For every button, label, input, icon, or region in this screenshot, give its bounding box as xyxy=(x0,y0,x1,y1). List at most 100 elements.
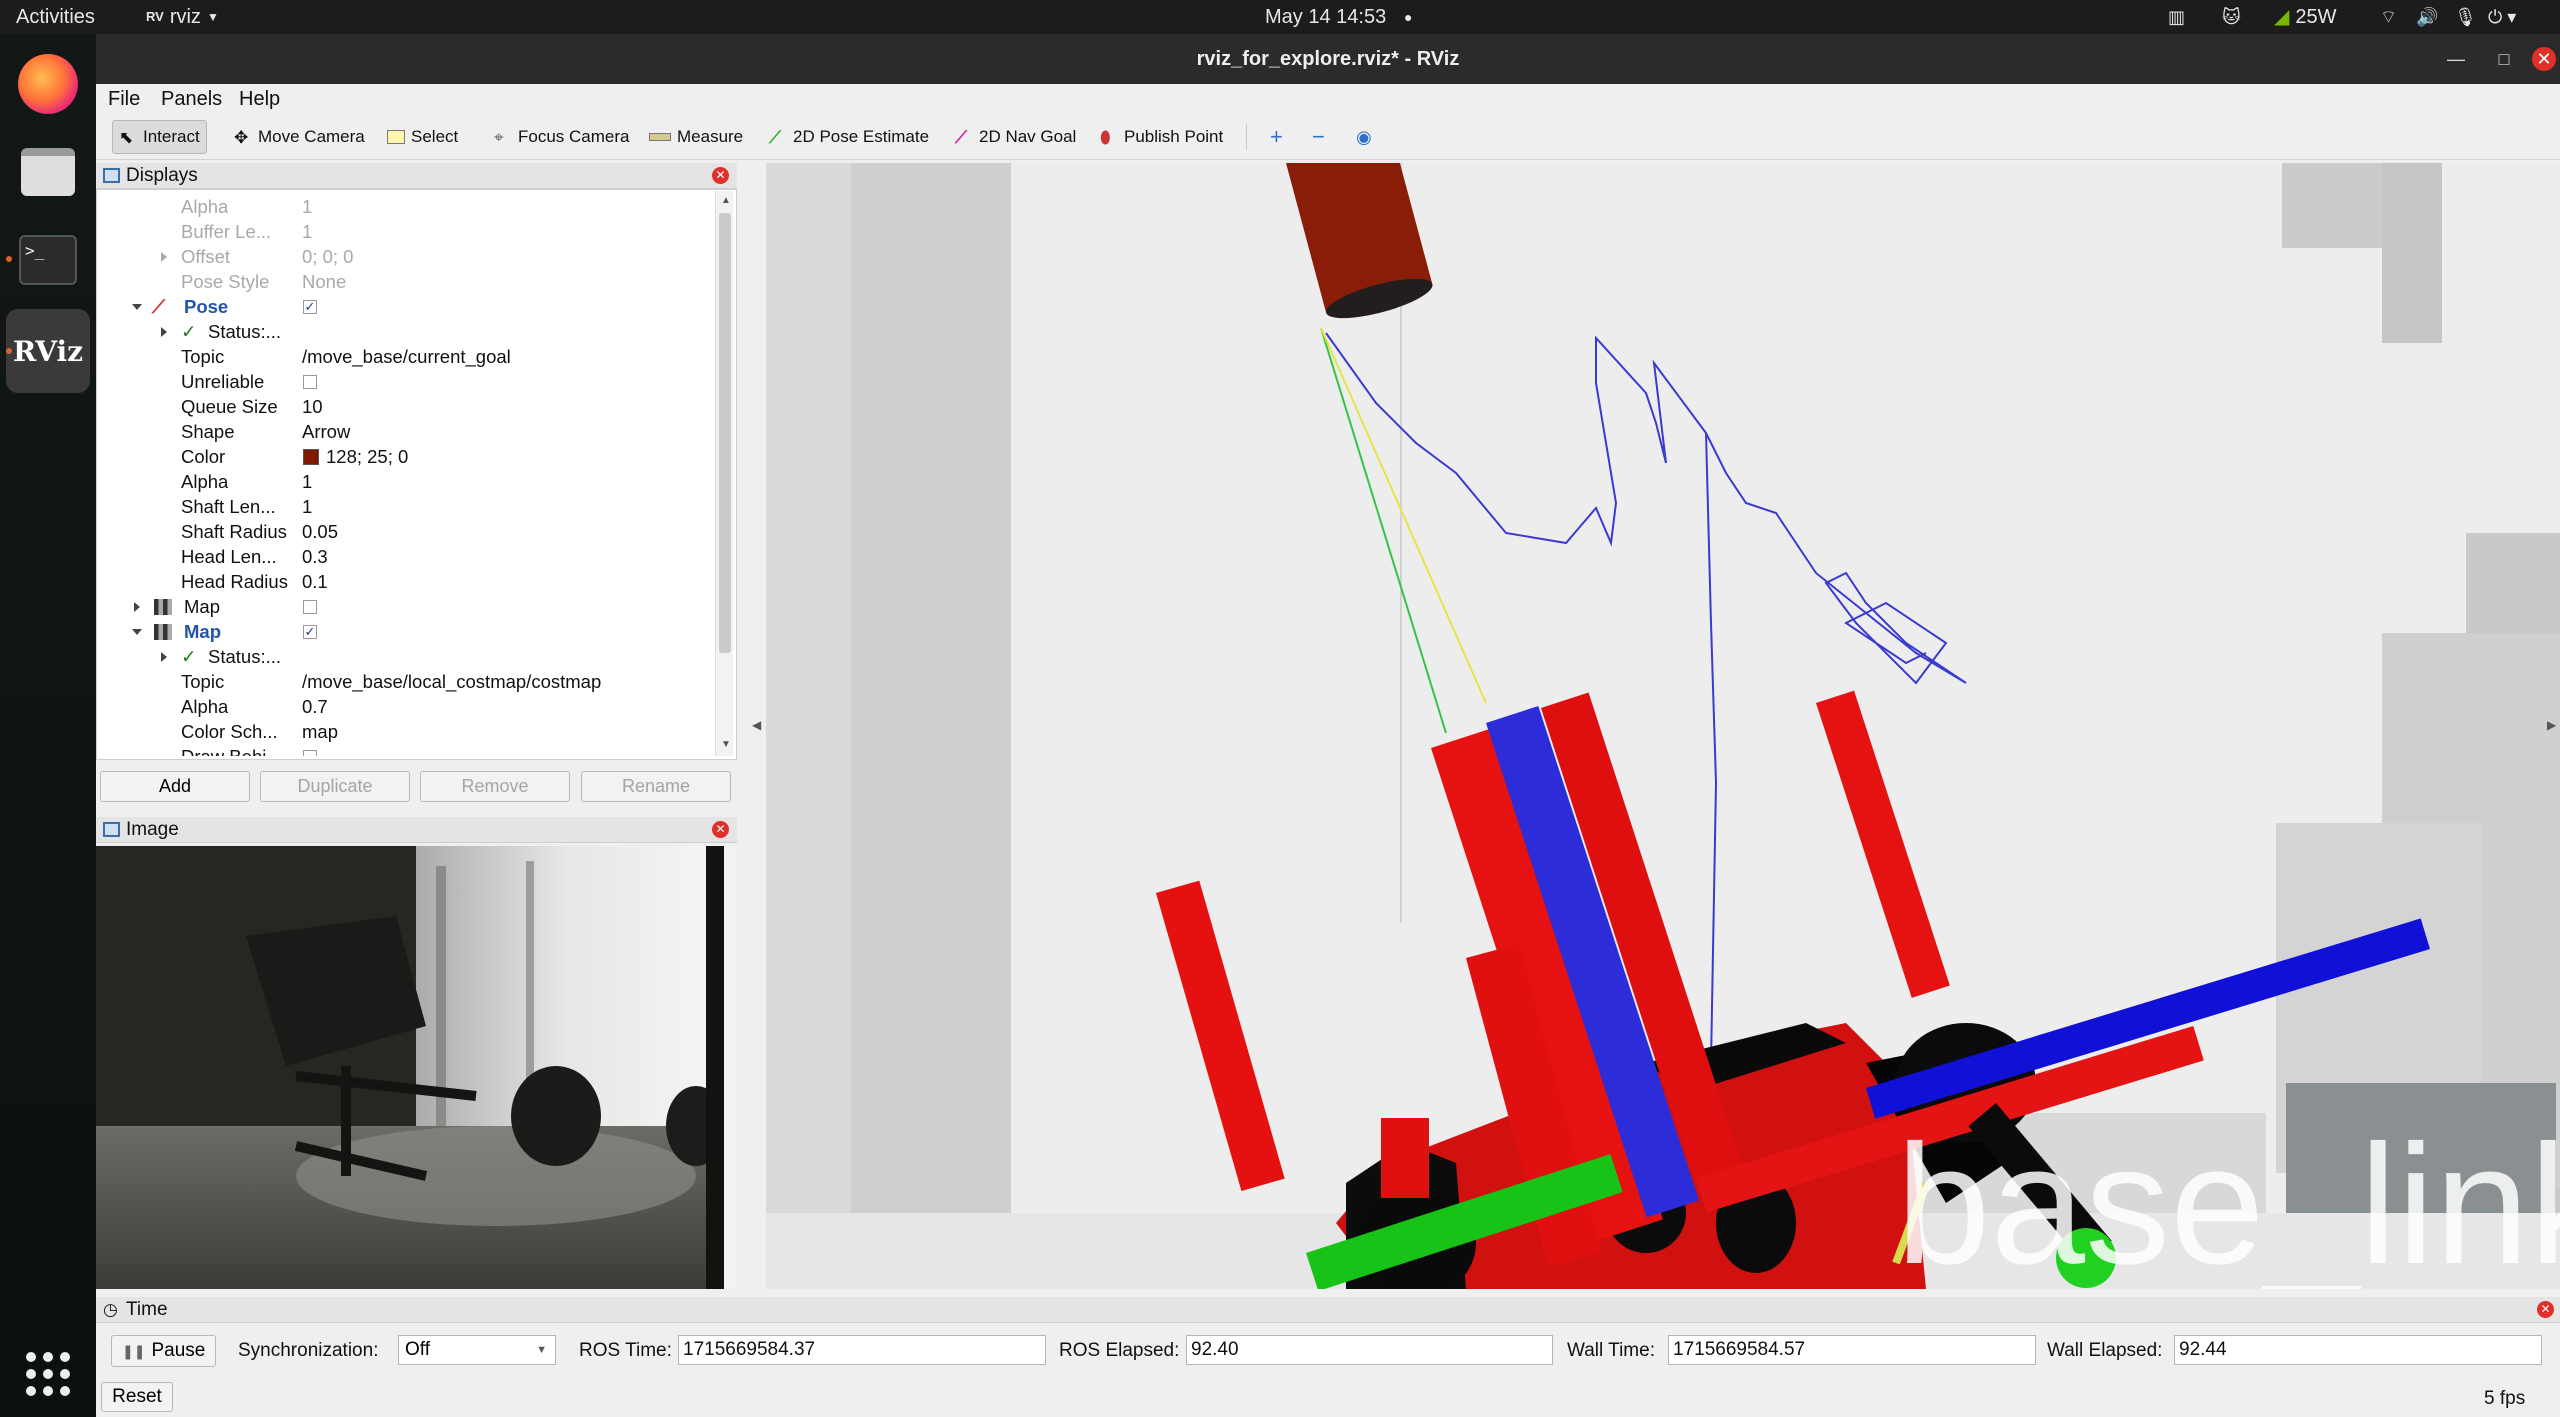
add-button[interactable]: Add xyxy=(100,771,250,802)
measure-tool[interactable]: Measure xyxy=(643,120,749,154)
collapse-arrow-icon[interactable] xyxy=(132,304,142,310)
pause-button[interactable]: ❚❚ Pause xyxy=(111,1335,216,1367)
property-row[interactable]: Color Sch... map xyxy=(96,719,463,744)
pose-enabled-checkbox[interactable]: ✓ xyxy=(303,300,317,314)
rviz-dock-icon[interactable]: RViz xyxy=(6,309,90,393)
property-value: None xyxy=(302,271,347,292)
remove-button[interactable]: Remove xyxy=(420,771,570,802)
collapse-right-icon[interactable]: ▶ xyxy=(2547,718,2556,732)
cat-indicator-icon[interactable]: 🐱 xyxy=(2222,0,2241,34)
property-row[interactable]: Color 128; 25; 0 xyxy=(96,444,463,469)
sync-select[interactable]: Off ▼ xyxy=(398,1335,556,1365)
wall-time-field[interactable]: 1715669584.57 xyxy=(1668,1335,2036,1365)
3d-render-viewport[interactable]: base_link xyxy=(766,163,2560,1289)
terminal-icon[interactable]: >_ xyxy=(12,224,84,296)
property-row[interactable]: Pose Style None xyxy=(96,269,463,294)
minimize-icon[interactable]: — xyxy=(2441,44,2471,74)
display-name: Pose xyxy=(184,296,229,317)
close-icon[interactable]: ✕ xyxy=(712,821,729,838)
property-value: /move_base/local_costmap/costmap xyxy=(302,671,602,692)
ros-time-label: ROS Time: xyxy=(579,1340,672,1361)
move-camera-tool[interactable]: ✥ Move Camera xyxy=(228,120,371,154)
property-row[interactable]: Offset 0; 0; 0 xyxy=(96,244,463,269)
menu-file[interactable]: File xyxy=(108,88,140,111)
expand-arrow-icon[interactable] xyxy=(161,652,167,662)
property-row[interactable]: Alpha 1 xyxy=(96,469,463,494)
display-row-map[interactable]: Map xyxy=(96,594,463,619)
property-row[interactable]: Topic /move_base/local_costmap/costmap xyxy=(96,669,601,694)
status-label: Status:... xyxy=(208,646,282,667)
network-monitor-icon[interactable]: ▥ xyxy=(2168,0,2185,34)
magenta-arrow-icon: ⟋ xyxy=(955,128,967,147)
app-grid-icon[interactable] xyxy=(26,1352,70,1396)
power-menu-icon[interactable]: ⏻ ▾ xyxy=(2488,0,2516,34)
property-row[interactable]: Head Len... 0.3 xyxy=(96,544,463,569)
property-row[interactable]: Shape Arrow xyxy=(96,419,463,444)
draw-behind-checkbox[interactable] xyxy=(303,750,317,756)
property-row[interactable]: Draw Behi... xyxy=(96,744,463,756)
property-row[interactable]: Head Radius 0.1 xyxy=(96,569,463,594)
collapse-left-icon[interactable]: ◀ xyxy=(752,718,761,732)
property-value: 10 xyxy=(302,396,323,417)
focus-camera-tool[interactable]: ⌖ Focus Camera xyxy=(488,120,635,154)
status-row[interactable]: ✓ Status:... xyxy=(96,644,463,669)
close-icon[interactable]: ✕ xyxy=(2532,47,2556,71)
rename-button[interactable]: Rename xyxy=(581,771,731,802)
select-tool[interactable]: Select xyxy=(381,120,464,154)
files-icon[interactable] xyxy=(12,136,84,208)
close-icon[interactable]: ✕ xyxy=(712,167,729,184)
eye-icon[interactable]: ◉ xyxy=(1350,120,1378,154)
expand-arrow-icon[interactable] xyxy=(161,252,167,262)
displays-tree[interactable]: Alpha 1 Buffer Le... 1 Offset 0; 0; 0 Po… xyxy=(96,191,737,756)
wall-elapsed-field[interactable]: 92.44 xyxy=(2174,1335,2542,1365)
property-name: Shape xyxy=(181,421,235,442)
expand-arrow-icon[interactable] xyxy=(134,602,140,612)
property-row[interactable]: Topic /move_base/current_goal xyxy=(96,344,511,369)
property-row[interactable]: Shaft Radius 0.05 xyxy=(96,519,463,544)
expand-arrow-icon[interactable] xyxy=(161,327,167,337)
camera-image xyxy=(96,846,737,1289)
scroll-down-icon[interactable]: ▼ xyxy=(721,739,731,750)
unreliable-checkbox[interactable] xyxy=(303,375,317,389)
volume-icon[interactable]: 🔊 xyxy=(2416,0,2438,34)
app-menu[interactable]: RV rviz ▼ xyxy=(146,0,219,34)
displays-scrollbar[interactable]: ▲ ▼ xyxy=(715,191,733,756)
add-tool-icon[interactable]: + xyxy=(1264,120,1289,154)
maximize-icon[interactable]: □ xyxy=(2489,44,2519,74)
property-row[interactable]: Queue Size 10 xyxy=(96,394,463,419)
interact-tool[interactable]: ⬉ Interact xyxy=(112,120,207,154)
map-enabled-checkbox[interactable]: ✓ xyxy=(303,625,317,639)
property-row[interactable]: Alpha 1 xyxy=(96,194,463,219)
color-swatch[interactable] xyxy=(303,449,319,465)
display-row-map[interactable]: Map ✓ xyxy=(96,619,463,644)
menu-help[interactable]: Help xyxy=(239,88,280,111)
property-row[interactable]: Unreliable xyxy=(96,369,463,394)
duplicate-button[interactable]: Duplicate xyxy=(260,771,410,802)
property-row[interactable]: Shaft Len... 1 xyxy=(96,494,463,519)
firefox-icon[interactable] xyxy=(12,48,84,120)
clock[interactable]: May 14 14:53 xyxy=(1265,0,1386,34)
collapse-arrow-icon[interactable] xyxy=(132,629,142,635)
publish-point-tool[interactable]: ⬮ Publish Point xyxy=(1094,120,1229,154)
wifi-icon[interactable]: ⌔ xyxy=(2380,0,2397,34)
fps-readout: 5 fps xyxy=(2484,1388,2526,1409)
close-icon[interactable]: ✕ xyxy=(2537,1301,2554,1318)
nav-goal-tool[interactable]: ⟋ 2D Nav Goal xyxy=(949,120,1082,154)
property-row[interactable]: Alpha 0.7 xyxy=(96,694,463,719)
pose-estimate-tool[interactable]: ⟋ 2D Pose Estimate xyxy=(763,120,935,154)
menu-panels[interactable]: Panels xyxy=(161,88,222,111)
scroll-up-icon[interactable]: ▲ xyxy=(721,195,731,206)
display-row-pose[interactable]: ⟋ Pose ✓ xyxy=(96,294,463,319)
reset-button[interactable]: Reset xyxy=(101,1382,173,1412)
power-indicator[interactable]: ◢ 25W xyxy=(2274,0,2337,34)
scrollbar-thumb[interactable] xyxy=(719,213,731,653)
status-row[interactable]: ✓ Status:... xyxy=(96,319,463,344)
ros-time-field[interactable]: 1715669584.37 xyxy=(678,1335,1046,1365)
property-row[interactable]: Buffer Le... 1 xyxy=(96,219,463,244)
activities-button[interactable]: Activities xyxy=(16,0,95,34)
window-titlebar[interactable]: rviz_for_explore.rviz* - RViz — □ ✕ xyxy=(96,34,2560,84)
microphone-icon[interactable]: 🎙 xyxy=(2454,0,2477,34)
remove-tool-icon[interactable]: − xyxy=(1306,120,1331,154)
map-enabled-checkbox[interactable] xyxy=(303,600,317,614)
ros-elapsed-field[interactable]: 92.40 xyxy=(1186,1335,1553,1365)
